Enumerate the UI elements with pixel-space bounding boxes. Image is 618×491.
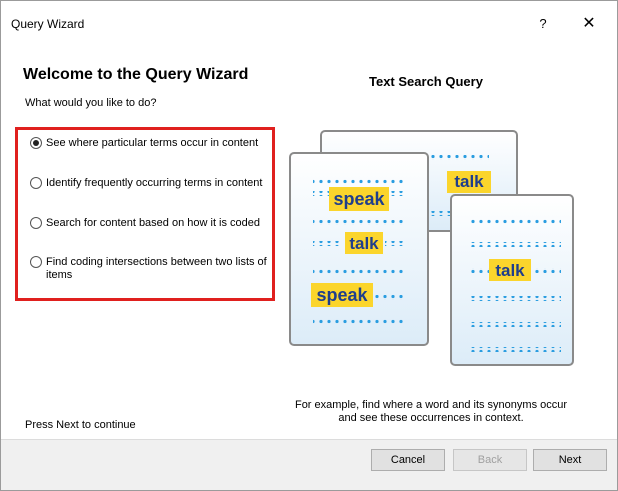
radio-search-by-coding[interactable]	[30, 217, 42, 229]
radio-see-where-terms[interactable]	[30, 137, 42, 149]
options-group: See where particular terms occur in cont…	[15, 127, 275, 301]
page-title: Welcome to the Query Wizard	[23, 66, 249, 83]
help-button[interactable]: ?	[521, 9, 565, 39]
illustration-caption: For example, find where a word and its s…	[287, 399, 575, 425]
window-title: Query Wizard	[11, 17, 85, 31]
option-label: Identify frequently occurring terms in c…	[46, 177, 263, 189]
word-talk: talk	[349, 234, 379, 253]
option-frequent-terms[interactable]: Identify frequently occurring terms in c…	[30, 177, 270, 190]
caption-line-1: For example, find where a word and its s…	[294, 399, 568, 411]
subprompt-label: What would you like to do?	[25, 97, 157, 109]
cancel-button[interactable]: Cancel	[371, 449, 445, 471]
option-label: See where particular terms occur in cont…	[46, 137, 259, 149]
word-talk: talk	[495, 261, 525, 280]
radio-frequent-terms[interactable]	[30, 177, 42, 189]
press-next-hint: Press Next to continue	[25, 419, 136, 431]
option-label: Find coding intersections between two li…	[46, 256, 267, 281]
button-bar: Cancel Back Next	[1, 439, 617, 490]
card-right: talk	[450, 194, 574, 366]
caption-line-2: and see these occurrences in context.	[338, 412, 524, 424]
word-talk: talk	[454, 172, 484, 191]
radio-coding-intersections[interactable]	[30, 256, 42, 268]
illustration-title: Text Search Query	[369, 74, 483, 89]
option-search-by-coding[interactable]: Search for content based on how it is co…	[30, 217, 270, 230]
close-button[interactable]: ✕	[567, 9, 611, 39]
next-button[interactable]: Next	[533, 449, 607, 471]
query-wizard-window: Query Wizard ? ✕ Welcome to the Query Wi…	[0, 0, 618, 491]
title-bar: Query Wizard ? ✕	[1, 1, 617, 45]
word-speak: speak	[333, 189, 385, 209]
text-search-illustration: talk speak talk speak talk	[289, 130, 574, 366]
card-left: speak talk speak	[289, 152, 429, 346]
option-see-where-terms[interactable]: See where particular terms occur in cont…	[30, 137, 270, 150]
option-label: Search for content based on how it is co…	[46, 217, 261, 229]
word-speak: speak	[316, 285, 368, 305]
option-coding-intersections[interactable]: Find coding intersections between two li…	[30, 256, 270, 282]
back-button[interactable]: Back	[453, 449, 527, 471]
